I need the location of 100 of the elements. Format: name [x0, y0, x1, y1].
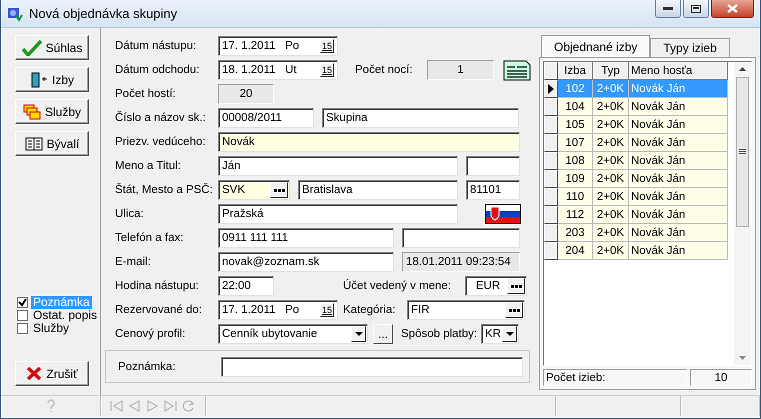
table-cell: 2+0K: [593, 134, 629, 152]
table-cell: 102: [558, 80, 593, 98]
row-indicator[interactable]: [544, 206, 558, 224]
document-icon[interactable]: [503, 60, 531, 80]
field-label: Počet nocí:: [355, 64, 414, 76]
row-indicator[interactable]: [544, 152, 558, 170]
row-indicator[interactable]: [544, 224, 558, 242]
field-label: E-mail:: [115, 256, 152, 268]
input-field[interactable]: [466, 156, 520, 176]
field-label: Poznámka:: [118, 360, 177, 372]
maximize-button[interactable]: [683, 0, 709, 18]
calendar-icon: 15: [320, 39, 334, 53]
tab[interactable]: Objednané izby: [541, 35, 650, 57]
table-cell: 2+0K: [593, 206, 629, 224]
minimize-button[interactable]: [655, 0, 681, 18]
input-field[interactable]: EUR: [465, 276, 527, 296]
section-option[interactable]: Služby: [31, 322, 72, 335]
table-cell: 2+0K: [593, 80, 629, 98]
field-label: Dátum nástupu:: [115, 40, 198, 52]
table-cell: 2+0K: [593, 224, 629, 242]
input-field[interactable]: SVK: [218, 180, 290, 200]
table-cell: 2+0K: [593, 98, 629, 116]
more-icon[interactable]: [507, 278, 525, 294]
input-field[interactable]: Novák: [218, 132, 520, 152]
table-row[interactable]: 109 2+0K Novák Ján: [544, 170, 734, 188]
table-cell: 112: [558, 206, 593, 224]
side-button[interactable]: Súhlas: [15, 35, 89, 60]
more-icon[interactable]: [505, 302, 523, 318]
table-row[interactable]: 105 2+0K Novák Ján: [544, 116, 734, 134]
table-row[interactable]: 204 2+0K Novák Ján: [544, 242, 734, 260]
input-field[interactable]: [402, 228, 520, 248]
room-count-label: Počet izieb:: [543, 369, 687, 386]
cancel-button[interactable]: Zrušiť: [15, 361, 89, 386]
note-field[interactable]: [221, 356, 523, 376]
field-label: Štát, Mesto a PSČ:: [115, 184, 214, 196]
table-row[interactable]: 107 2+0K Novák Ján: [544, 134, 734, 152]
tab[interactable]: Typy izieb: [650, 38, 730, 57]
dropdown[interactable]: KR: [481, 324, 519, 344]
guests-field: 20: [218, 84, 274, 104]
table-cell: Novák Ján: [629, 80, 728, 98]
input-field[interactable]: 0911 111 111: [218, 228, 394, 248]
input-field[interactable]: 00008/2011: [218, 108, 314, 128]
input-field[interactable]: 22:00: [218, 276, 274, 296]
input-field[interactable]: 81101: [466, 180, 520, 200]
table-cell: Novák Ján: [629, 170, 728, 188]
row-indicator[interactable]: [544, 242, 558, 260]
minimize-icon: [663, 6, 673, 10]
field-label: Cenový profil:: [115, 328, 186, 340]
table-cell: 107: [558, 134, 593, 152]
dropdown[interactable]: Cenník ubytovanie: [218, 324, 368, 344]
row-indicator[interactable]: [544, 98, 558, 116]
row-indicator[interactable]: [544, 170, 558, 188]
door-icon: [30, 72, 48, 88]
more-icon[interactable]: [270, 182, 288, 198]
input-field[interactable]: Skupina: [322, 108, 519, 128]
table-cell: Novák Ján: [629, 134, 728, 152]
field-label: Počet hostí:: [115, 88, 177, 100]
checkbox[interactable]: [17, 310, 28, 321]
scroll-up-icon[interactable]: [739, 67, 746, 71]
close-button[interactable]: [711, 0, 754, 18]
date-field[interactable]: 17. 1.2011 Po 15: [218, 36, 338, 56]
scrollbar[interactable]: [734, 62, 751, 365]
window-title: Nová objednávka skupiny: [29, 6, 178, 21]
table-row[interactable]: 104 2+0K Novák Ján: [544, 98, 734, 116]
more-button[interactable]: ...: [373, 324, 393, 344]
column-header[interactable]: Meno hosťa: [629, 62, 728, 80]
side-button[interactable]: Služby: [15, 99, 89, 124]
column-header[interactable]: Typ: [593, 62, 629, 80]
table-row[interactable]: 108 2+0K Novák Ján: [544, 152, 734, 170]
table-row[interactable]: 110 2+0K Novák Ján: [544, 188, 734, 206]
table-cell: Novák Ján: [629, 116, 728, 134]
input-field[interactable]: novak@zoznam.sk: [218, 252, 394, 272]
input-field[interactable]: Bratislava: [298, 180, 458, 200]
input-field[interactable]: FIR: [407, 300, 525, 320]
date-field[interactable]: 17. 1.2011 Po 15: [218, 300, 338, 320]
checkbox[interactable]: [17, 323, 28, 334]
side-button[interactable]: Izby: [15, 67, 89, 92]
timestamp-field: 18.01.2011 09:23:54: [402, 252, 520, 272]
column-header[interactable]: Izba: [558, 62, 593, 80]
table-row[interactable]: 203 2+0K Novák Ján: [544, 224, 734, 242]
row-indicator[interactable]: [544, 188, 558, 206]
checkbox[interactable]: [17, 297, 28, 308]
input-field[interactable]: Pražská: [218, 204, 458, 224]
table-cell: 2+0K: [593, 152, 629, 170]
section-option[interactable]: Ostat. popis: [31, 309, 100, 322]
input-field[interactable]: Ján: [218, 156, 458, 176]
check-icon: [22, 40, 42, 56]
table-row[interactable]: 112 2+0K Novák Ján: [544, 206, 734, 224]
close-icon: [26, 366, 42, 381]
row-indicator[interactable]: [544, 134, 558, 152]
field-label: Hodina nástupu:: [115, 280, 200, 292]
row-indicator[interactable]: [544, 116, 558, 134]
field-label: Dátum odchodu:: [115, 64, 200, 76]
side-button[interactable]: Bývalí: [15, 131, 89, 156]
calendar-icon: 15: [320, 63, 334, 77]
date-field[interactable]: 18. 1.2011 Ut 15: [218, 60, 338, 80]
scroll-down-icon[interactable]: [739, 356, 746, 360]
table-cell: 110: [558, 188, 593, 206]
row-indicator[interactable]: [544, 80, 558, 98]
table-cell: 203: [558, 224, 593, 242]
